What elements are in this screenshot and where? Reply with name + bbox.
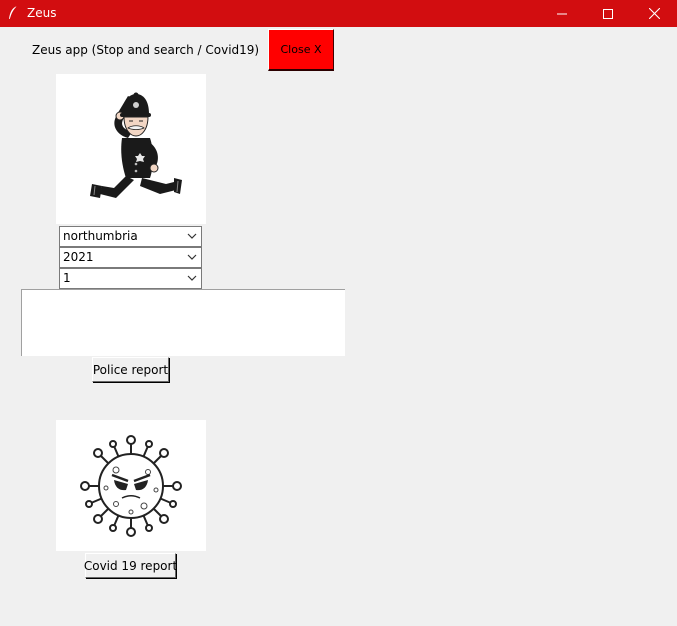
minimize-button[interactable] <box>539 0 585 27</box>
window-title: Zeus <box>27 6 57 20</box>
feather-icon <box>9 5 18 20</box>
close-icon <box>648 8 660 19</box>
force-select[interactable]: northumbria <box>59 226 202 247</box>
chevron-down-icon <box>187 275 197 281</box>
chevron-down-icon <box>187 233 197 239</box>
month-select[interactable]: 1 <box>59 268 202 289</box>
coronavirus-image <box>56 420 206 551</box>
minimize-icon <box>557 13 567 14</box>
year-select[interactable]: 2021 <box>59 247 202 268</box>
window-close-button[interactable] <box>631 0 677 27</box>
police-report-button[interactable]: Police report <box>92 357 169 382</box>
force-select-value: northumbria <box>63 229 138 243</box>
close-app-button[interactable]: Close X <box>268 29 334 71</box>
title-bar[interactable]: Zeus <box>0 0 677 27</box>
app-window: Zeus Zeus app (Stop and search / Covid19… <box>0 0 677 626</box>
app-label: Zeus app (Stop and search / Covid19) <box>32 43 260 57</box>
police-officer-image <box>56 74 206 224</box>
maximize-button[interactable] <box>585 0 631 27</box>
police-output-text[interactable] <box>21 289 345 356</box>
maximize-icon <box>603 8 613 19</box>
chevron-down-icon <box>187 254 197 260</box>
year-select-value: 2021 <box>63 250 94 264</box>
police-officer-icon <box>90 92 182 198</box>
month-select-value: 1 <box>63 271 71 285</box>
virus-icon <box>80 435 182 537</box>
covid-report-button[interactable]: Covid 19 report <box>84 553 177 578</box>
